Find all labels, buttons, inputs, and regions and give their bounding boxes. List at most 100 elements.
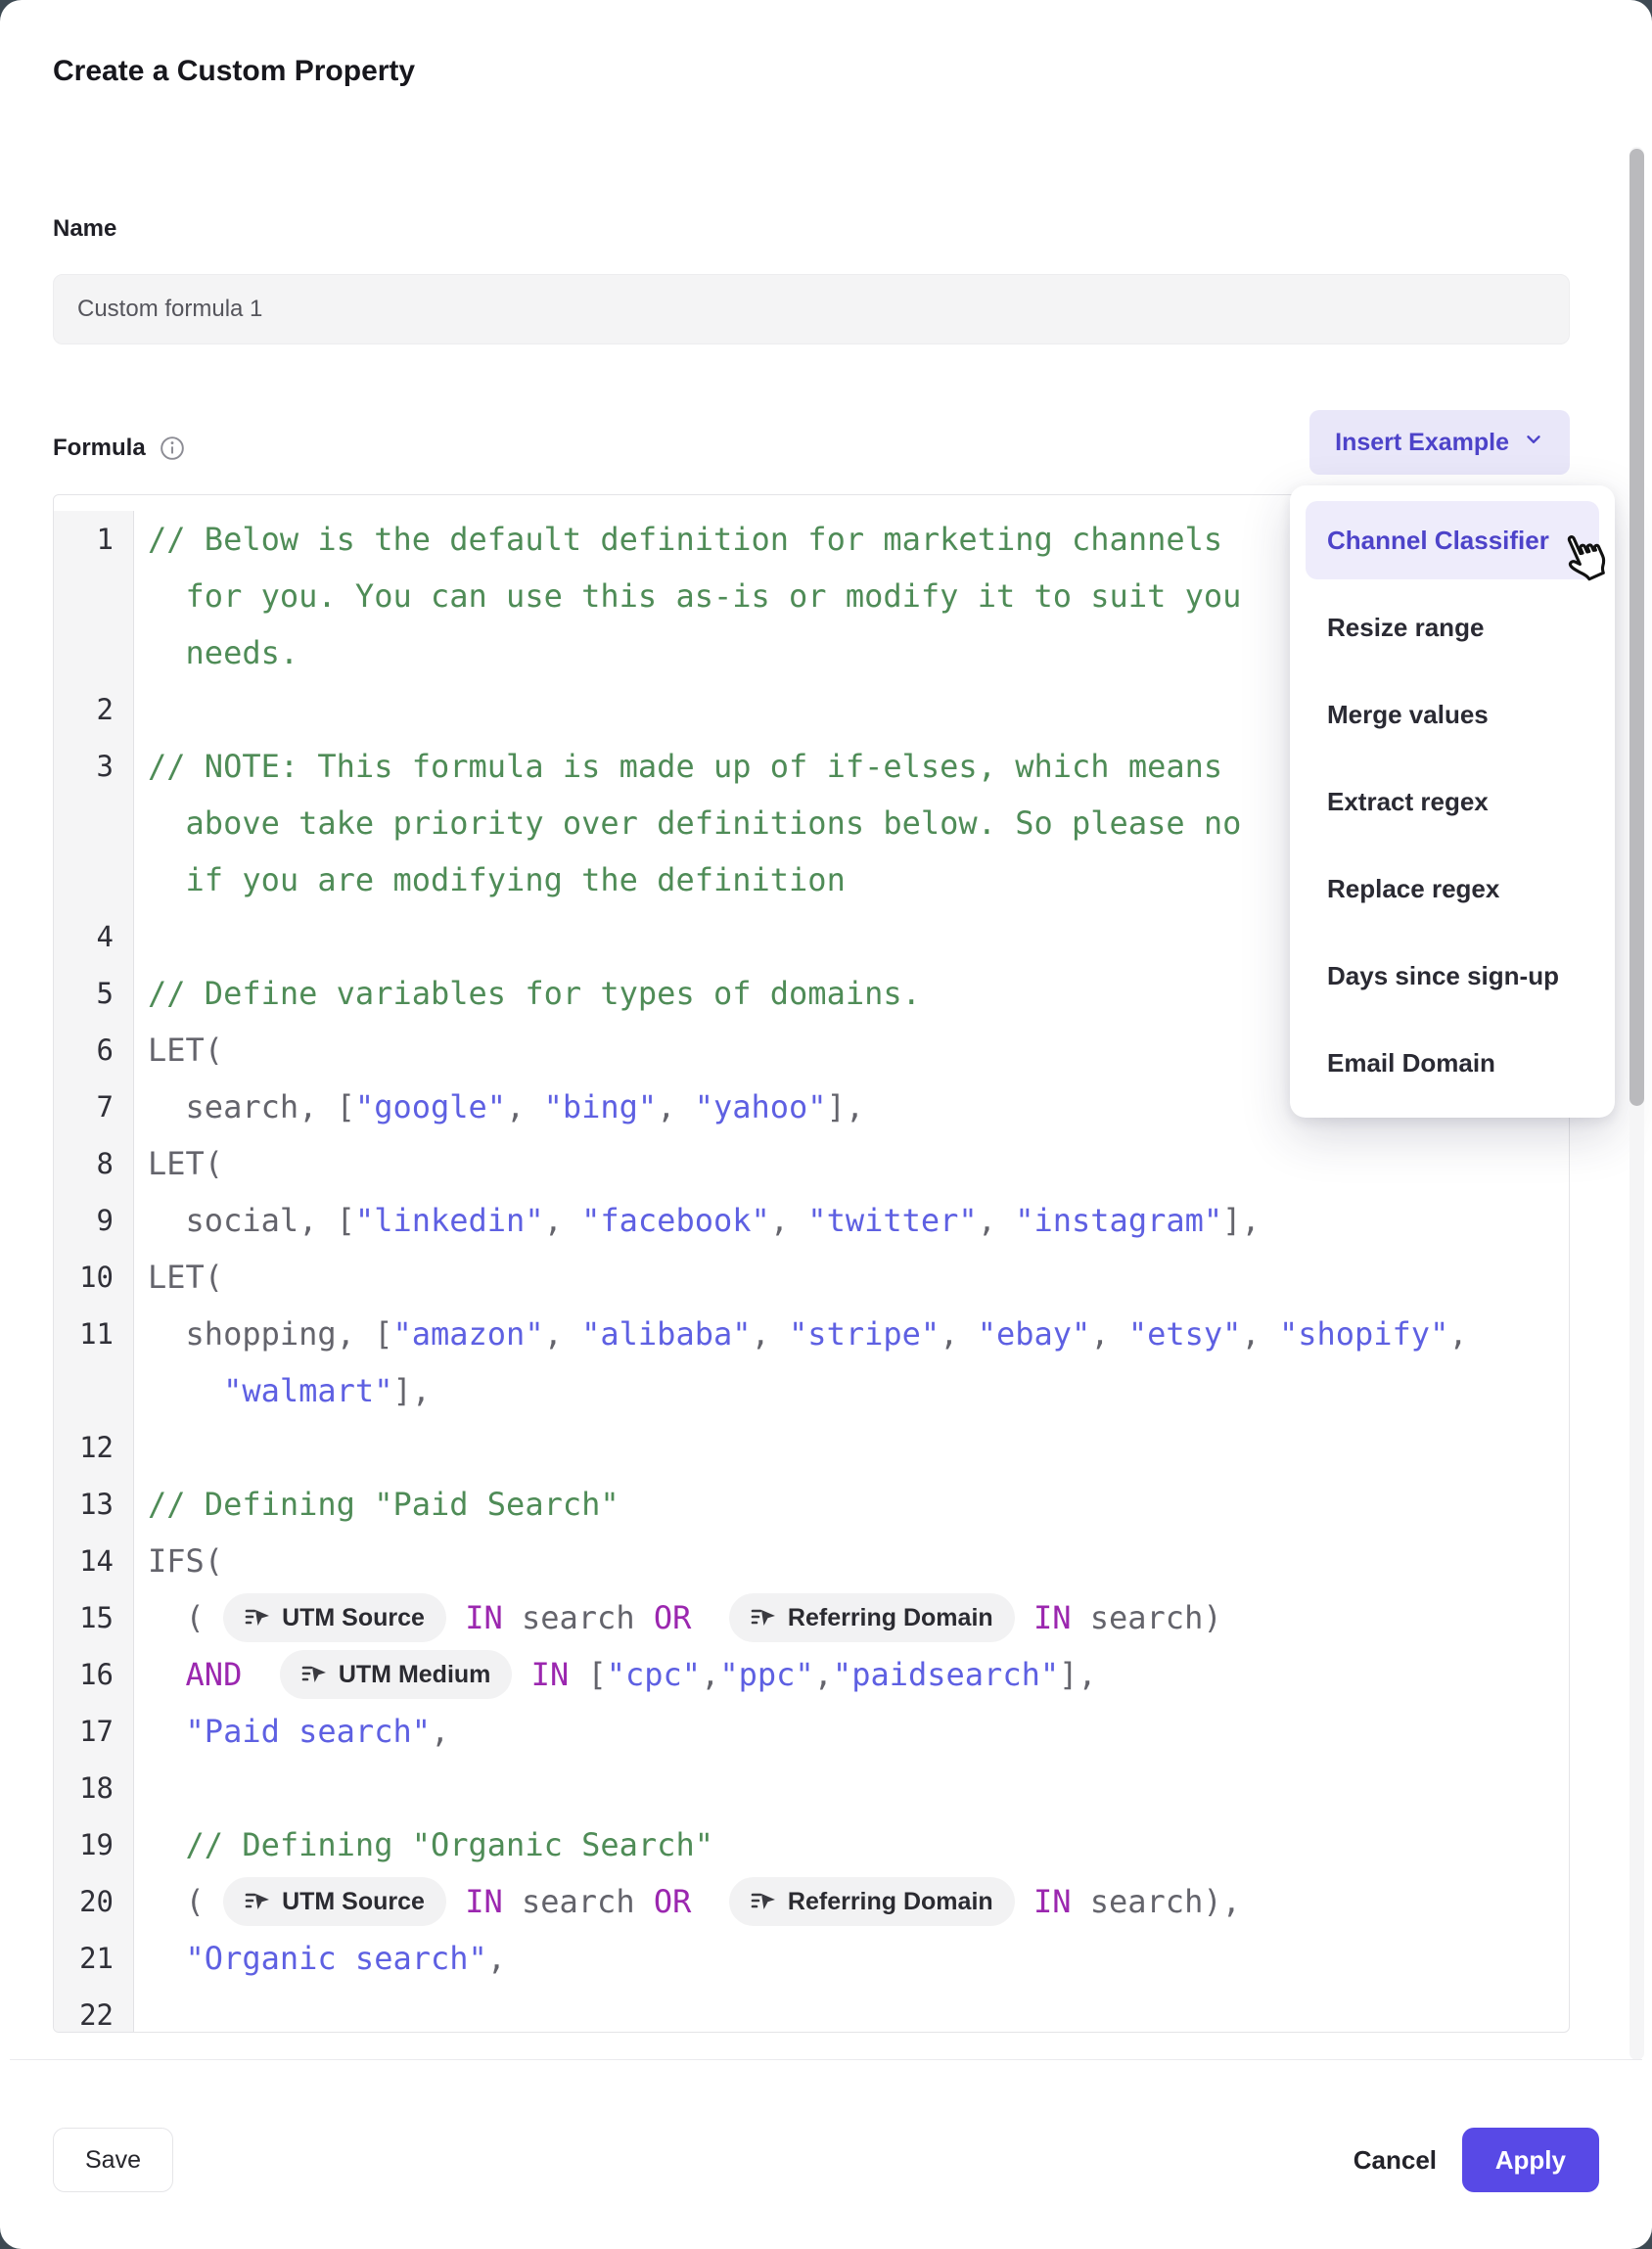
code-text: search), bbox=[1071, 1883, 1240, 1920]
code-string: "etsy" bbox=[1128, 1315, 1242, 1353]
line-number: 17 bbox=[54, 1703, 134, 1760]
code-string: "facebook" bbox=[581, 1202, 770, 1239]
code-comment: // Defining "Paid Search" bbox=[148, 1486, 620, 1523]
code-text bbox=[148, 1372, 223, 1409]
code-line[interactable]: shopping, ["amazon", "alibaba", "stripe"… bbox=[134, 1306, 1569, 1362]
line-number: 13 bbox=[54, 1476, 134, 1533]
code-comment: // Define variables for types of domains… bbox=[148, 975, 921, 1012]
line-number bbox=[54, 568, 134, 624]
editor-row: 20 ( UTM Source IN search OR Referring D… bbox=[54, 1873, 1569, 1930]
insert-example-button[interactable]: Insert Example bbox=[1309, 410, 1570, 475]
info-icon[interactable] bbox=[160, 436, 185, 461]
code-text: , bbox=[1090, 1315, 1128, 1353]
code-text: , bbox=[544, 1202, 582, 1239]
line-number: 12 bbox=[54, 1419, 134, 1476]
code-line[interactable]: // Defining "Paid Search" bbox=[134, 1476, 1569, 1533]
code-text: social, [ bbox=[148, 1202, 355, 1239]
editor-row: 15 ( UTM Source IN search OR Referring D… bbox=[54, 1589, 1569, 1646]
line-number bbox=[54, 1362, 134, 1419]
menu-item-replace-regex[interactable]: Replace regex bbox=[1306, 849, 1599, 928]
line-number bbox=[54, 624, 134, 681]
property-chip-label: Referring Domain bbox=[788, 1888, 993, 1916]
footer-divider bbox=[10, 2059, 1642, 2060]
code-line[interactable]: LET( bbox=[134, 1249, 1569, 1306]
save-button[interactable]: Save bbox=[53, 2128, 173, 2192]
cancel-button[interactable]: Cancel bbox=[1354, 2128, 1437, 2192]
code-text: [ bbox=[569, 1656, 607, 1693]
line-number: 14 bbox=[54, 1533, 134, 1589]
code-line[interactable]: "Paid search", bbox=[134, 1703, 1569, 1760]
property-icon bbox=[245, 1890, 271, 1913]
property-chip-utm-source[interactable]: UTM Source bbox=[223, 1593, 446, 1642]
line-number: 8 bbox=[54, 1135, 134, 1192]
code-line[interactable]: social, ["linkedin", "facebook", "twitte… bbox=[134, 1192, 1569, 1249]
line-number: 21 bbox=[54, 1930, 134, 1987]
code-text: , bbox=[431, 1713, 449, 1750]
code-text: , bbox=[1241, 1315, 1279, 1353]
code-text: ], bbox=[827, 1088, 865, 1125]
code-line[interactable]: "walmart"], bbox=[134, 1362, 1569, 1419]
menu-item-days-since-sign-up[interactable]: Days since sign-up bbox=[1306, 937, 1599, 1015]
code-line[interactable]: ( UTM Source IN search OR Referring Doma… bbox=[134, 1589, 1569, 1646]
editor-row: 8LET( bbox=[54, 1135, 1569, 1192]
editor-row: 12 bbox=[54, 1419, 1569, 1476]
code-text bbox=[512, 1656, 530, 1693]
menu-item-channel-classifier[interactable]: Channel Classifier bbox=[1306, 501, 1599, 579]
property-chip-utm-source[interactable]: UTM Source bbox=[223, 1877, 446, 1926]
code-comment: // Defining "Organic Search" bbox=[148, 1826, 713, 1863]
code-text bbox=[691, 1599, 729, 1636]
property-chip-utm-medium[interactable]: UTM Medium bbox=[280, 1650, 513, 1699]
code-line[interactable]: LET( bbox=[134, 1135, 1569, 1192]
code-line[interactable] bbox=[134, 1987, 1569, 2033]
code-line[interactable]: // Defining "Organic Search" bbox=[134, 1816, 1569, 1873]
line-number: 16 bbox=[54, 1646, 134, 1703]
code-text: , bbox=[940, 1315, 978, 1353]
code-text bbox=[148, 1713, 186, 1750]
line-number: 11 bbox=[54, 1306, 134, 1362]
property-chip-referring-domain[interactable]: Referring Domain bbox=[729, 1877, 1015, 1926]
property-chip-referring-domain[interactable]: Referring Domain bbox=[729, 1593, 1015, 1642]
menu-item-email-domain[interactable]: Email Domain bbox=[1306, 1024, 1599, 1102]
name-input[interactable] bbox=[53, 274, 1570, 344]
code-text: , bbox=[657, 1088, 695, 1125]
code-text bbox=[148, 1940, 186, 1977]
code-line[interactable]: IFS( bbox=[134, 1533, 1569, 1589]
code-text: , bbox=[978, 1202, 1016, 1239]
apply-button[interactable]: Apply bbox=[1462, 2128, 1599, 2192]
code-text bbox=[446, 1883, 465, 1920]
scrollbar-thumb[interactable] bbox=[1629, 149, 1644, 1106]
chevron-down-icon bbox=[1523, 429, 1544, 457]
code-text: ], bbox=[1059, 1656, 1097, 1693]
formula-label: Formula bbox=[53, 435, 146, 462]
code-text bbox=[242, 1656, 280, 1693]
code-comment: // Below is the default definition for m… bbox=[148, 521, 1222, 558]
code-line[interactable]: AND UTM Medium IN ["cpc","ppc","paidsear… bbox=[134, 1646, 1569, 1703]
menu-item-resize-range[interactable]: Resize range bbox=[1306, 588, 1599, 666]
insert-example-menu: Channel Classifier Resize range Merge valu… bbox=[1290, 485, 1615, 1118]
code-text bbox=[1015, 1883, 1033, 1920]
line-number: 15 bbox=[54, 1589, 134, 1646]
code-line[interactable]: "Organic search", bbox=[134, 1930, 1569, 1987]
code-string: "linkedin" bbox=[355, 1202, 544, 1239]
code-line[interactable] bbox=[134, 1419, 1569, 1476]
code-string: "Paid search" bbox=[186, 1713, 431, 1750]
menu-item-merge-values[interactable]: Merge values bbox=[1306, 675, 1599, 754]
code-text: LET( bbox=[148, 1032, 223, 1069]
menu-item-extract-regex[interactable]: Extract regex bbox=[1306, 762, 1599, 841]
code-keyword: IN bbox=[1033, 1883, 1072, 1920]
formula-header: Formula bbox=[53, 435, 185, 462]
code-keyword: IN bbox=[465, 1883, 503, 1920]
code-text: , bbox=[506, 1088, 544, 1125]
editor-row: 18 bbox=[54, 1760, 1569, 1816]
code-line[interactable] bbox=[134, 1760, 1569, 1816]
code-text: , bbox=[544, 1315, 582, 1353]
code-text: ], bbox=[1222, 1202, 1261, 1239]
property-icon bbox=[751, 1606, 777, 1629]
property-icon bbox=[751, 1890, 777, 1913]
editor-row: 10LET( bbox=[54, 1249, 1569, 1306]
code-comment: // NOTE: This formula is made up of if-e… bbox=[148, 748, 1222, 785]
code-string: "yahoo" bbox=[695, 1088, 827, 1125]
line-number: 6 bbox=[54, 1022, 134, 1079]
create-custom-property-dialog: Create a Custom Property Name Formula In… bbox=[0, 0, 1652, 2249]
code-line[interactable]: ( UTM Source IN search OR Referring Doma… bbox=[134, 1873, 1569, 1930]
